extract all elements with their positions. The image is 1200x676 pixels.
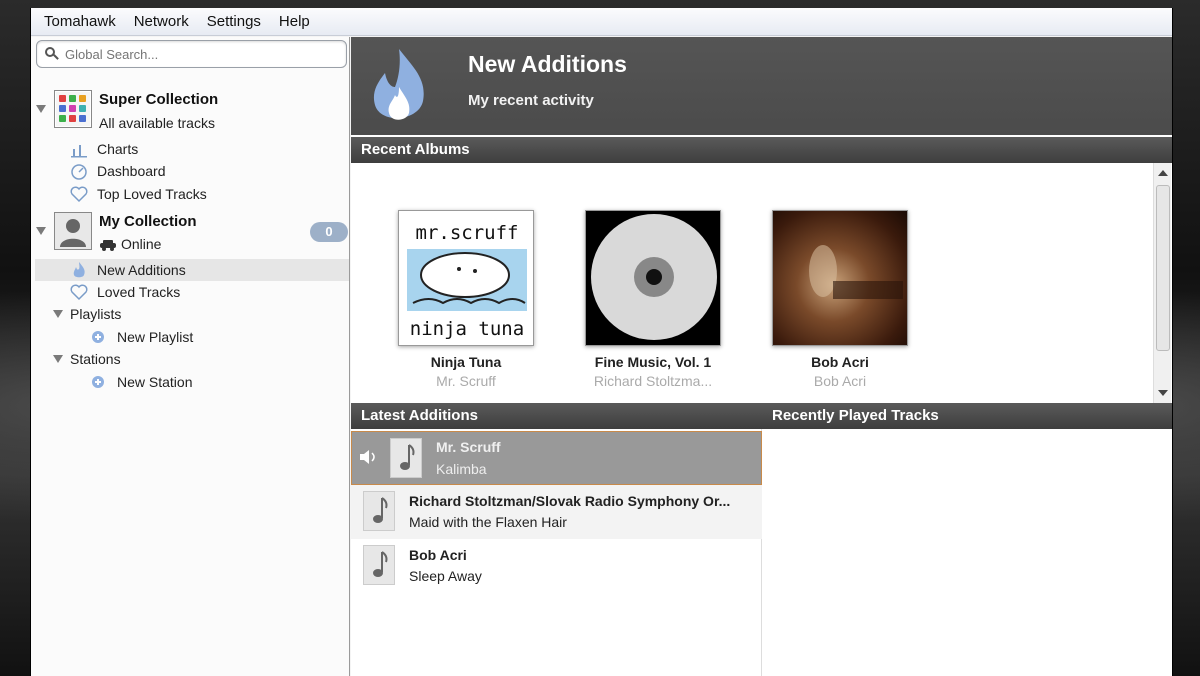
track-artist: Richard Stoltzman/Slovak Radio Symphony … [409, 493, 731, 509]
track-row[interactable]: Bob Acri Sleep Away [351, 539, 762, 593]
album-artist: Bob Acri [813, 373, 867, 389]
album-title: Fine Music, Vol. 1 [594, 354, 712, 370]
album-artist: Mr. Scruff [436, 373, 496, 389]
playlists-label: Playlists [70, 306, 122, 322]
album-title: Bob Acri [811, 354, 869, 370]
sidebar-item-label: Dashboard [97, 163, 166, 179]
online-icon [99, 238, 117, 251]
sidebar-item-label: New Station [117, 374, 193, 390]
dashboard-icon [69, 162, 89, 180]
expand-arrow-icon[interactable] [36, 105, 46, 113]
sidebar-item-new-station[interactable]: New Station [89, 373, 192, 391]
scroll-down-icon[interactable] [1158, 390, 1168, 396]
latest-additions-list: Mr. Scruff Kalimba Richard Stoltzman/Slo… [351, 429, 762, 676]
expand-arrow-icon[interactable] [53, 310, 63, 318]
sidebar-item-label: Loved Tracks [97, 284, 181, 300]
track-row[interactable]: Mr. Scruff Kalimba [351, 431, 762, 485]
album-cover [772, 210, 908, 346]
main-pane: New Additions My recent activity Recent … [351, 37, 1172, 676]
page-subtitle: My recent activity [468, 92, 594, 109]
flame-icon [369, 47, 429, 132]
album-artist: Richard Stoltzma... [593, 373, 713, 389]
collection-count-badge: 0 [310, 222, 348, 242]
search-input[interactable] [65, 46, 325, 62]
album-cover [585, 210, 721, 346]
menu-tomahawk[interactable]: Tomahawk [35, 8, 125, 36]
heart-icon [69, 283, 89, 301]
music-note-icon [363, 545, 395, 585]
chart-icon [69, 140, 89, 158]
menu-help[interactable]: Help [270, 8, 319, 36]
track-title: Maid with the Flaxen Hair [409, 514, 567, 530]
album-card[interactable]: Bob Acri Bob Acri [772, 210, 908, 389]
super-collection-icon [54, 90, 92, 128]
album-card[interactable]: Fine Music, Vol. 1 Richard Stoltzma... [585, 210, 721, 389]
super-collection-title[interactable]: Super Collection [99, 91, 218, 108]
track-artist: Mr. Scruff [436, 439, 501, 455]
menu-settings[interactable]: Settings [198, 8, 270, 36]
add-icon [89, 328, 109, 346]
album-cover: mr.scruff ninja tuna [398, 210, 534, 346]
sidebar-item-new-additions[interactable]: New Additions [69, 261, 186, 279]
cover-text-bottom: ninja tuna [410, 318, 524, 340]
track-artist: Bob Acri [409, 547, 467, 563]
sidebar-item-label: New Additions [97, 262, 186, 278]
cover-text-top: mr.scruff [416, 222, 519, 244]
status-text: Online [121, 236, 162, 252]
recently-played-list [763, 429, 1172, 676]
recent-albums-grid: mr.scruff ninja tuna Ninja Tuna Mr. Scru… [351, 163, 1172, 403]
super-collection-subtitle: All available tracks [99, 115, 215, 131]
album-card[interactable]: mr.scruff ninja tuna Ninja Tuna Mr. Scru… [398, 210, 534, 389]
track-title: Sleep Away [409, 568, 482, 584]
scroll-thumb[interactable] [1156, 185, 1170, 351]
track-title: Kalimba [436, 461, 487, 477]
menu-bar: Tomahawk Network Settings Help [31, 8, 1172, 36]
avatar [54, 212, 92, 250]
track-row[interactable]: Richard Stoltzman/Slovak Radio Symphony … [351, 485, 762, 539]
recent-albums-header: Recent Albums [351, 137, 1172, 163]
sidebar-item-loved-tracks[interactable]: Loved Tracks [69, 283, 180, 301]
scroll-up-icon[interactable] [1158, 170, 1168, 176]
albums-scrollbar[interactable] [1153, 163, 1171, 403]
stations-label: Stations [70, 351, 121, 367]
music-note-icon [363, 491, 395, 531]
add-icon [89, 373, 109, 391]
sidebar-item-label: Top Loved Tracks [97, 186, 207, 202]
music-note-icon [390, 438, 422, 478]
tomahawk-window: Tomahawk Network Settings Help Super Col… [30, 8, 1173, 676]
page-header: New Additions My recent activity [351, 37, 1172, 135]
menu-network[interactable]: Network [125, 8, 198, 36]
sidebar-item-label: Charts [97, 141, 139, 157]
heart-icon [69, 185, 89, 203]
sidebar-item-top-loved-tracks[interactable]: Top Loved Tracks [69, 185, 207, 203]
sidebar-item-dashboard[interactable]: Dashboard [69, 162, 166, 180]
page-title: New Additions [468, 51, 627, 77]
expand-arrow-icon[interactable] [36, 227, 46, 235]
sidebar: Super Collection All available tracks Ch… [31, 37, 350, 676]
album-title: Ninja Tuna [430, 354, 502, 370]
sidebar-stations[interactable]: Stations [70, 351, 121, 367]
speaker-icon [359, 449, 379, 470]
my-collection-title[interactable]: My Collection [99, 213, 197, 230]
global-search[interactable] [36, 40, 347, 68]
sidebar-playlists[interactable]: Playlists [70, 306, 121, 322]
sidebar-item-charts[interactable]: Charts [69, 140, 138, 158]
my-collection-status: Online [99, 236, 161, 252]
recently-played-header: Recently Played Tracks [762, 403, 1172, 429]
expand-arrow-icon[interactable] [53, 355, 63, 363]
search-icon [45, 47, 59, 61]
latest-additions-header: Latest Additions [351, 403, 762, 429]
flame-icon [69, 261, 89, 279]
sidebar-item-new-playlist[interactable]: New Playlist [89, 328, 193, 346]
sidebar-item-label: New Playlist [117, 329, 194, 345]
